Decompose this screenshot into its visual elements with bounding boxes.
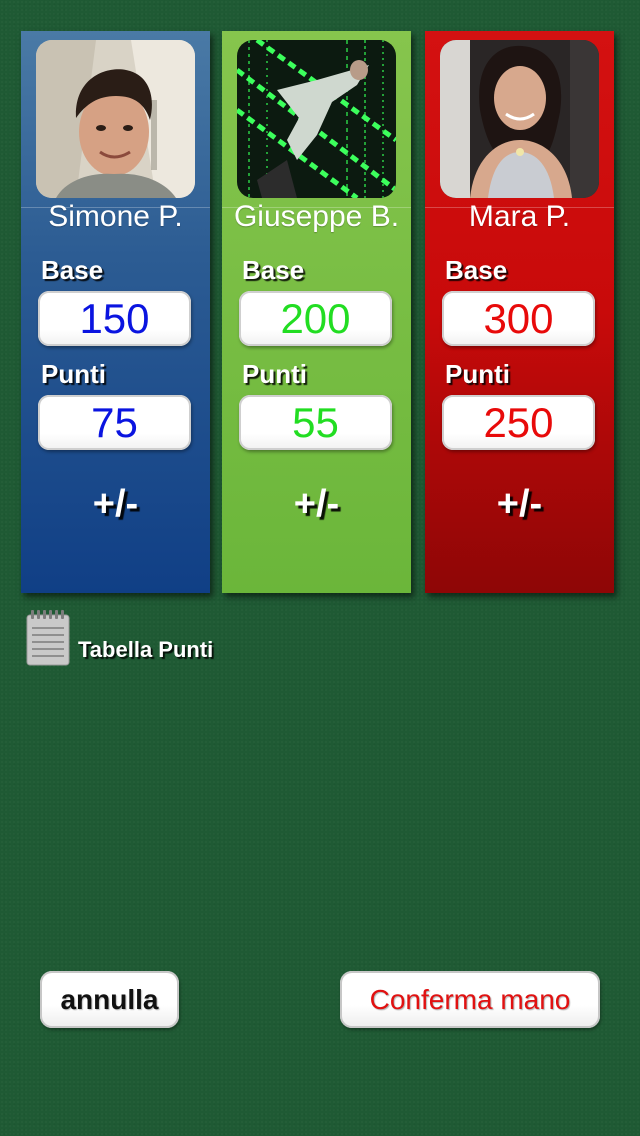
base-label: Base: [445, 255, 508, 285]
points-label: Punti: [41, 359, 106, 389]
points-value-field[interactable]: 75: [38, 395, 191, 450]
points-value-field[interactable]: 250: [442, 395, 595, 450]
player-name: Giuseppe B.: [233, 200, 400, 233]
points-label: Punti: [242, 359, 307, 389]
base-value-field[interactable]: 150: [38, 291, 191, 346]
score-table-button[interactable]: Tabella Punti: [26, 608, 213, 666]
avatar[interactable]: [440, 40, 599, 198]
points-label: Punti: [445, 359, 510, 389]
base-value-field[interactable]: 300: [442, 291, 595, 346]
player-name: Mara P.: [468, 200, 571, 233]
cancel-button[interactable]: annulla: [40, 971, 179, 1028]
avatar[interactable]: [237, 40, 396, 198]
confirm-hand-button[interactable]: Conferma mano: [340, 971, 600, 1028]
points-value-field[interactable]: 55: [239, 395, 392, 450]
adjust-points-button[interactable]: +/-: [21, 479, 210, 529]
player-card-simone: Simone P. Base 150 Punti 75 +/-: [21, 31, 210, 593]
player-card-giuseppe: Giuseppe B. Base 200 Punti 55 +/-: [222, 31, 411, 593]
avatar[interactable]: [36, 40, 195, 198]
base-label: Base: [242, 255, 305, 285]
player-card-mara: Mara P. Base 300 Punti 250 +/-: [425, 31, 614, 593]
adjust-points-button[interactable]: +/-: [222, 479, 411, 529]
score-table-label: Tabella Punti: [78, 637, 214, 662]
player-name: Simone P.: [48, 200, 183, 233]
notepad-icon: [26, 610, 70, 666]
base-label: Base: [41, 255, 104, 285]
adjust-points-button[interactable]: +/-: [425, 479, 614, 529]
base-value-field[interactable]: 200: [239, 291, 392, 346]
